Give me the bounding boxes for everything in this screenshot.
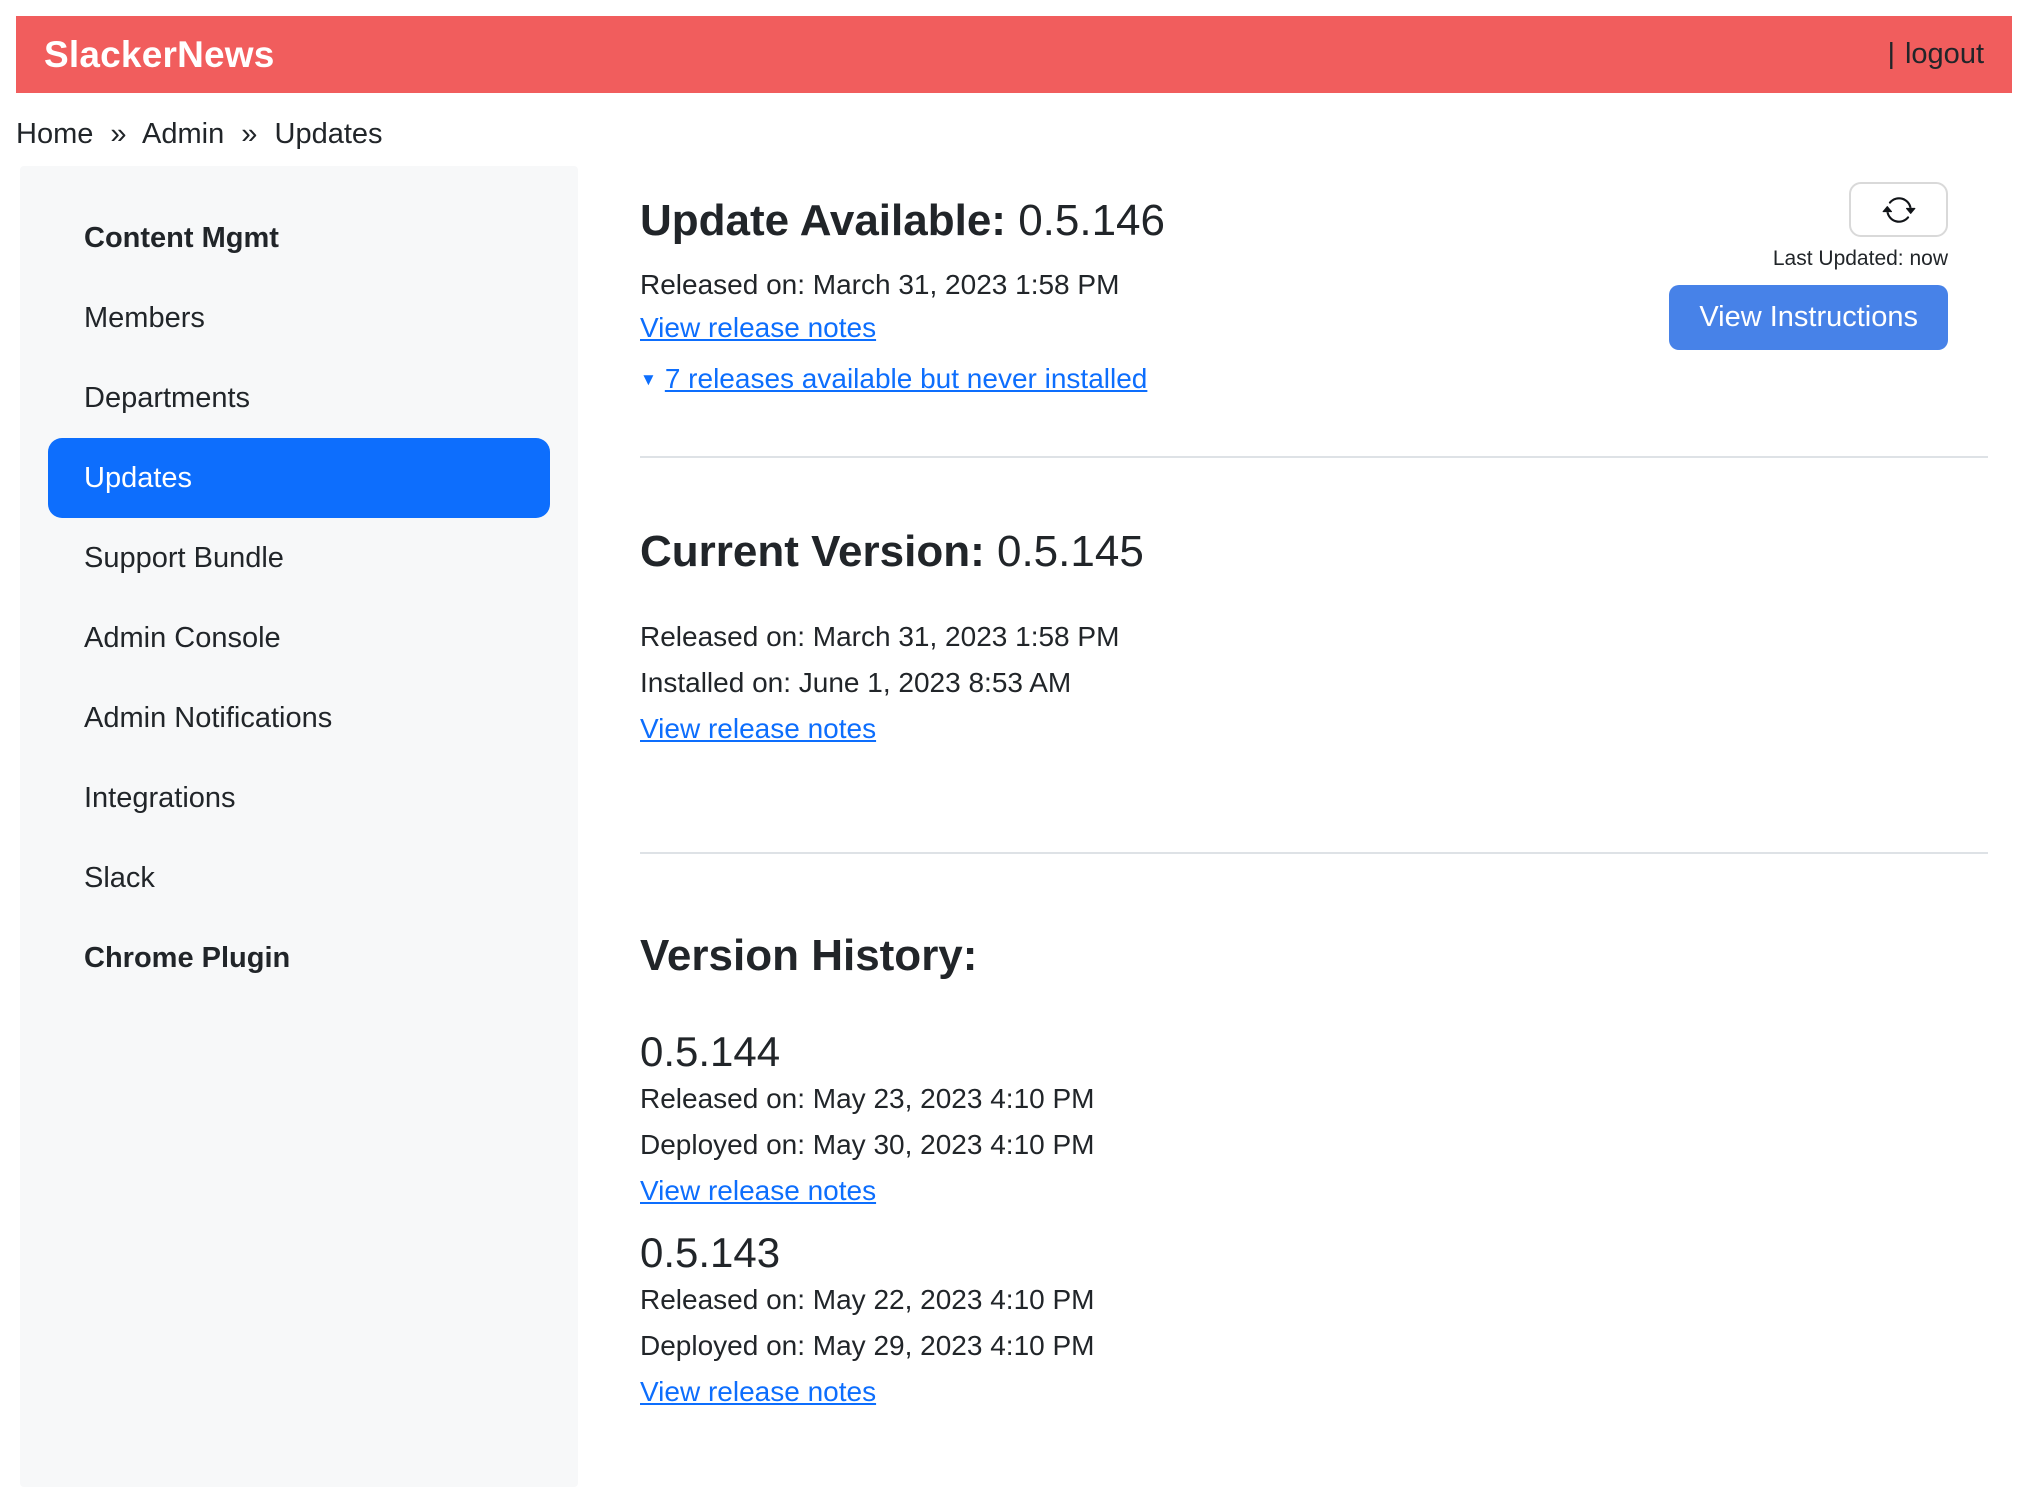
history-deployed-on: Deployed on: May 29, 2023 4:10 PM (640, 1323, 1988, 1369)
current-version-heading: Current Version: 0.5.145 (640, 526, 1988, 578)
sidebar-item-members[interactable]: Members (20, 278, 578, 358)
version-history-entry: 0.5.143 Released on: May 22, 2023 4:10 P… (640, 1229, 1988, 1420)
section-divider (640, 456, 1988, 458)
sidebar-item-slack[interactable]: Slack (20, 838, 578, 918)
sidebar-item-content-mgmt[interactable]: Content Mgmt (20, 198, 578, 278)
logout-separator: | (1887, 38, 1895, 71)
breadcrumb-admin[interactable]: Admin (142, 118, 224, 150)
sidebar-item-departments[interactable]: Departments (20, 358, 578, 438)
logout-area: | logout (1887, 38, 1984, 71)
breadcrumb-separator: » (241, 118, 257, 150)
version-history-entry: 0.5.144 Released on: May 23, 2023 4:10 P… (640, 1028, 1988, 1219)
history-release-notes-link[interactable]: View release notes (640, 1175, 876, 1206)
history-released-on: Released on: May 22, 2023 4:10 PM (640, 1277, 1988, 1323)
current-version-number: 0.5.145 (997, 527, 1144, 576)
version-history-heading: Version History: (640, 930, 1988, 982)
sidebar-item-chrome-plugin[interactable]: Chrome Plugin (20, 918, 578, 998)
sidebar-item-integrations[interactable]: Integrations (20, 758, 578, 838)
refresh-icon (1882, 193, 1916, 227)
history-version-number: 0.5.143 (640, 1229, 1988, 1277)
current-release-notes-link[interactable]: View release notes (640, 713, 876, 744)
history-release-notes-link[interactable]: View release notes (640, 1376, 876, 1407)
breadcrumb-updates: Updates (275, 118, 383, 150)
breadcrumb-home[interactable]: Home (16, 118, 93, 150)
sidebar-item-admin-notifications[interactable]: Admin Notifications (20, 678, 578, 758)
history-version-number: 0.5.144 (640, 1028, 1988, 1076)
logout-link[interactable]: logout (1905, 38, 1984, 71)
current-version-label: Current Version: (640, 527, 985, 576)
updates-main: Last Updated: now View Instructions Upda… (640, 166, 1988, 1420)
page: SlackerNews | logout Home » Admin » Upda… (0, 0, 2028, 1510)
sidebar-item-admin-console[interactable]: Admin Console (20, 598, 578, 678)
releases-never-installed-link[interactable]: 7 releases available but never installed (665, 363, 1148, 394)
update-available-label: Update Available: (640, 196, 1006, 245)
current-released-on: Released on: March 31, 2023 1:58 PM (640, 614, 1988, 660)
sidebar-item-support-bundle[interactable]: Support Bundle (20, 518, 578, 598)
update-available-version: 0.5.146 (1018, 196, 1165, 245)
last-updated-text: Last Updated: now (1669, 247, 1948, 271)
refresh-button[interactable] (1849, 182, 1948, 237)
top-navbar: SlackerNews | logout (16, 16, 2012, 93)
update-release-notes-link[interactable]: View release notes (640, 312, 876, 343)
brand-logo[interactable]: SlackerNews (44, 34, 275, 76)
breadcrumb-separator: » (110, 118, 126, 150)
history-deployed-on: Deployed on: May 30, 2023 4:10 PM (640, 1122, 1988, 1168)
sidebar-item-updates[interactable]: Updates (48, 438, 550, 518)
breadcrumb: Home » Admin » Updates (16, 118, 392, 151)
caret-down-icon: ▼ (640, 357, 657, 403)
admin-sidebar: Content Mgmt Members Departments Updates… (20, 166, 578, 1487)
section-divider (640, 852, 1988, 854)
refresh-rail: Last Updated: now View Instructions (1669, 182, 1948, 350)
history-released-on: Released on: May 23, 2023 4:10 PM (640, 1076, 1988, 1122)
current-installed-on: Installed on: June 1, 2023 8:53 AM (640, 660, 1988, 706)
view-instructions-button[interactable]: View Instructions (1669, 285, 1948, 350)
